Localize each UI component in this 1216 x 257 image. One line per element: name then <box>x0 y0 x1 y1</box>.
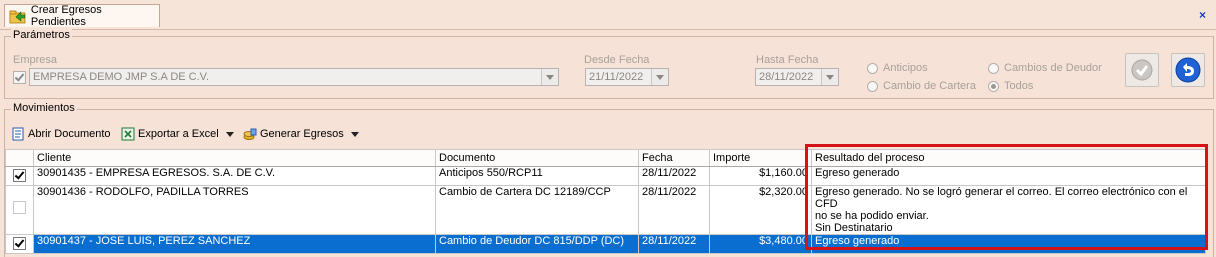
cell-cliente: 30901437 - JOSE LUIS, PEREZ SANCHEZ <box>33 234 436 254</box>
return-arrow-icon <box>1175 57 1201 83</box>
desde-fecha-label: Desde Fecha <box>584 54 650 66</box>
radio-todos[interactable] <box>988 81 999 92</box>
apply-button[interactable] <box>1125 53 1159 87</box>
check-circle-icon <box>1131 59 1153 81</box>
chevron-down-icon <box>821 69 838 85</box>
cell-importe: $2,320.00 <box>709 185 812 235</box>
cell-cliente: 30901436 - RODOLFO, PADILLA TORRES <box>33 185 436 235</box>
col-check-header[interactable] <box>5 149 34 167</box>
empresa-label: Empresa <box>13 54 58 66</box>
col-documento-header[interactable]: Documento <box>435 149 639 167</box>
row-checkbox[interactable] <box>13 201 26 214</box>
hasta-fecha-label: Hasta Fecha <box>756 54 819 66</box>
radio-anticipos-label: Anticipos <box>883 62 928 74</box>
row-checkbox[interactable] <box>13 237 26 250</box>
chevron-down-icon <box>541 69 558 85</box>
cell-documento: Cambio de Deudor DC 815/DDP (DC) <box>435 234 639 254</box>
movimientos-title: Movimientos <box>11 102 77 114</box>
hasta-fecha-picker[interactable]: 28/11/2022 <box>755 68 839 86</box>
cell-documento: Anticipos 550/RCP11 <box>435 166 639 186</box>
cell-importe: $1,160.00 <box>709 166 812 186</box>
radio-cambios-deudor[interactable] <box>988 63 999 74</box>
row-checkbox[interactable] <box>13 169 26 182</box>
cell-fecha: 28/11/2022 <box>638 234 710 254</box>
parametros-group: Parámetros Empresa EMPRESA DEMO JMP S.A … <box>4 29 1214 99</box>
radio-anticipos[interactable] <box>867 63 878 74</box>
window-tab[interactable]: Crear Egresos Pendientes <box>4 4 160 28</box>
parametros-title: Parámetros <box>11 29 72 41</box>
abrir-documento-button[interactable]: Abrir Documento <box>11 125 111 143</box>
cell-fecha: 28/11/2022 <box>638 166 710 186</box>
col-cliente-header[interactable]: Cliente <box>33 149 436 167</box>
folder-arrow-icon <box>9 10 26 24</box>
money-icon <box>243 128 257 140</box>
excel-icon <box>121 127 135 141</box>
highlight-annotation <box>805 144 1208 250</box>
window-titlebar: Crear Egresos Pendientes × <box>0 0 1216 30</box>
radio-cambio-cartera[interactable] <box>867 81 878 92</box>
empresa-select[interactable]: EMPRESA DEMO JMP S.A DE C.V. <box>29 68 559 86</box>
window-title: Crear Egresos Pendientes <box>30 4 102 28</box>
document-icon <box>12 127 24 141</box>
radio-todos-label: Todos <box>1004 80 1034 92</box>
chevron-down-icon[interactable] <box>350 131 359 137</box>
back-button[interactable] <box>1171 53 1205 87</box>
radio-cambio-cartera-label: Cambio de Cartera <box>883 80 976 92</box>
chevron-down-icon[interactable] <box>225 131 234 137</box>
cell-cliente: 30901435 - EMPRESA EGRESOS. S.A. DE C.V. <box>33 166 436 186</box>
exportar-excel-button[interactable]: Exportar a Excel <box>121 125 234 143</box>
cell-importe: $3,480.00 <box>709 234 812 254</box>
chevron-down-icon <box>651 69 668 85</box>
cell-documento: Cambio de Cartera DC 12189/CCP <box>435 185 639 235</box>
cell-fecha: 28/11/2022 <box>638 185 710 235</box>
desde-fecha-picker[interactable]: 21/11/2022 <box>585 68 669 86</box>
generar-egresos-button[interactable]: Generar Egresos <box>243 125 359 143</box>
col-fecha-header[interactable]: Fecha <box>638 149 710 167</box>
close-icon[interactable]: × <box>1199 8 1206 22</box>
radio-cambios-deudor-label: Cambios de Deudor <box>1004 62 1102 74</box>
col-importe-header[interactable]: Importe <box>709 149 812 167</box>
empresa-checkbox[interactable] <box>13 71 26 84</box>
